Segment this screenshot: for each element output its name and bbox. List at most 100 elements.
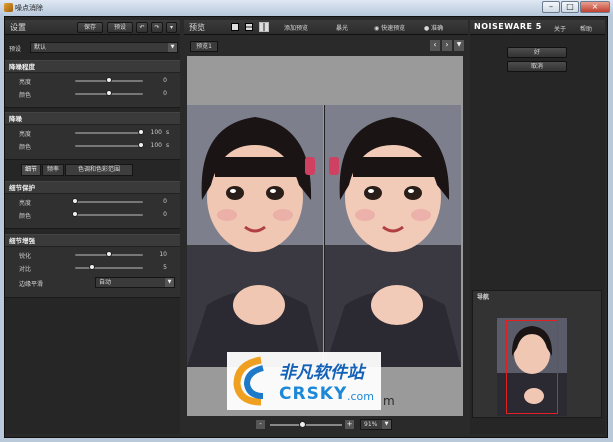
slider-unit: s [166,142,170,149]
navigator-viewport-rect[interactable] [506,320,558,414]
slider-unit: s [166,129,170,136]
tab-detail[interactable]: 细节 [21,164,41,176]
slider-value: 100 [150,129,162,136]
navigator-title: 导航 [477,294,490,301]
watermark-logo-icon [233,356,264,406]
slider-value: 10 [159,251,167,258]
add-preview-button[interactable]: 添加预览 [284,23,308,32]
close-button[interactable]: × [580,1,610,13]
maximize-button[interactable]: □ [561,1,579,13]
next-arrow-icon[interactable]: › [442,40,452,51]
noise-reduction-section: 降噪 亮度 100 s 颜色 100 s [5,112,180,160]
watermark-text: 非凡软件站 [279,363,364,383]
preset-dropdown[interactable]: 默认 ▼ [30,42,178,53]
preset-button[interactable]: 预设 [107,22,133,33]
slider-label: 亮度 [19,131,32,138]
slider-knob[interactable] [72,198,78,204]
section-title: 降噪程度 [5,61,180,73]
slider-label: 亮度 [19,200,32,207]
edge-smoothing-dropdown[interactable]: 自动 ▼ [95,277,175,288]
slider-knob[interactable] [72,211,78,217]
settings-panel: 设置 保存 预设 ↶ ↷ ▾ 预设 默认 ▼ 降噪程度 亮度 0 颜色 0 降噪… [5,20,180,434]
slider-row: 颜色 0 [5,88,180,100]
chevron-down-icon[interactable]: ▼ [454,40,464,51]
menu-chevron-icon[interactable]: ▾ [166,22,177,33]
preset-value: 默认 [34,44,47,51]
section-title: 细节增强 [5,235,180,247]
radio-fast-preview[interactable]: ◉ 快速预览 [374,23,405,32]
preview-title: 预览 [189,23,205,32]
slider-label: 锐化 [19,253,32,260]
preview-image-after[interactable] [325,105,461,367]
preset-label: 预设 [9,46,22,53]
chevron-down-icon: ▼ [382,420,391,429]
edge-smoothing-value: 自动 [99,279,112,286]
slider-label: 颜色 [19,92,32,99]
detail-protection-section: 细节保护 亮度 0 颜色 0 [5,181,180,229]
slider-value: 0 [163,211,167,218]
tab-preview1[interactable]: 预览1 [190,41,218,52]
watermark-domain: CRSKY [279,384,348,404]
slider-track[interactable] [75,214,143,216]
save-button[interactable]: 保存 [77,22,103,33]
split-horizontal-icon[interactable] [245,23,253,31]
slider-row: 锐化 10 [5,249,180,261]
app-icon [4,3,13,12]
zoom-in-button[interactable]: + [345,420,354,429]
slider-row: 颜色 100 s [5,140,180,152]
tab-bar: 细节 频率 色调和色彩范围 [21,164,179,178]
fast-preview-label: 快速预览 [381,25,406,32]
slider-row: 亮度 0 [5,196,180,208]
zoom-slider-knob[interactable] [299,421,306,428]
watermark-tail: m [383,394,395,408]
detail-enhance-section: 细节增强 锐化 10 对比 5 边缘平滑 自动 ▼ [5,234,180,298]
settings-header: 设置 保存 预设 ↶ ↷ ▾ [5,20,180,35]
zoom-out-button[interactable]: - [256,420,265,429]
slider-track[interactable] [75,145,143,147]
watermark-tld: .com [347,390,374,403]
chevron-down-icon: ▼ [165,278,174,287]
about-button[interactable]: 关于 [554,24,566,33]
slider-row: 颜色 0 [5,209,180,221]
section-title: 降噪 [5,113,180,125]
slider-knob[interactable] [106,77,112,83]
slider-track[interactable] [75,267,143,269]
zoom-slider-track[interactable] [270,424,342,426]
split-vertical-icon[interactable] [259,22,269,32]
slider-value: 0 [163,77,167,84]
help-button[interactable]: 帮助 [580,24,592,33]
window-title: 噪点消除 [15,4,43,12]
slider-knob[interactable] [89,264,95,270]
slider-value: 100 [150,142,162,149]
slider-label: 颜色 [19,144,32,151]
edge-smoothing-label: 边缘平滑 [19,281,44,288]
noise-level-section: 降噪程度 亮度 0 颜色 0 [5,60,180,108]
single-view-icon[interactable] [231,23,239,31]
prev-arrow-icon[interactable]: ‹ [430,40,440,51]
slider-track[interactable] [75,132,143,134]
tab-frequency[interactable]: 频率 [42,164,64,176]
redo-icon[interactable]: ↷ [151,22,163,33]
radio-accurate[interactable]: ● 准确 [424,23,443,32]
slider-value: 0 [163,198,167,205]
brand-logo: NOISEWARE 5 [474,22,542,31]
zoom-value: 91% [364,421,378,428]
settings-title: 设置 [10,23,26,32]
slider-track[interactable] [75,201,143,203]
exposure-button[interactable]: 暴光 [336,23,348,32]
zoom-dropdown[interactable]: 91% ▼ [360,419,392,430]
chevron-down-icon: ▼ [168,43,177,52]
undo-icon[interactable]: ↶ [136,22,148,33]
slider-row: 对比 5 [5,262,180,274]
tab-tone-color[interactable]: 色调和色彩范围 [65,164,133,176]
minimize-button[interactable]: – [542,1,560,13]
preview-image-before[interactable] [187,105,323,367]
slider-row: 亮度 0 [5,75,180,87]
slider-knob[interactable] [106,90,112,96]
slider-label: 亮度 [19,79,32,86]
slider-value: 0 [163,90,167,97]
ok-button[interactable]: 好 [507,47,567,58]
cancel-button[interactable]: 取消 [507,61,567,72]
title-bar: 噪点消除 – □ × [0,0,613,16]
slider-knob[interactable] [106,251,112,257]
